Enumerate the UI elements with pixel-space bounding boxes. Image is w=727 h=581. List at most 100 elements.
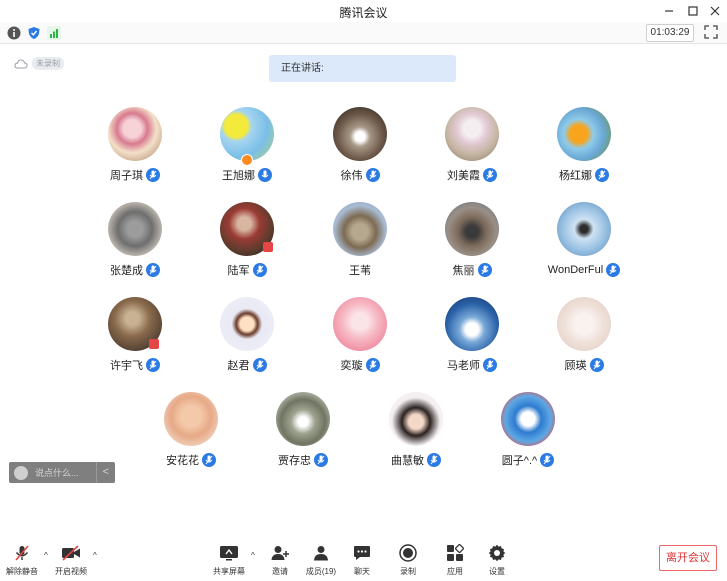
participant-name: 贾存忠 [278,455,311,467]
participant-name: 杨红娜 [559,170,592,182]
participant-name: 刘美霞 [447,170,480,182]
participant-tile[interactable]: 杨红娜 [524,107,644,187]
participant-tile[interactable]: 曲慧敏 [356,392,476,472]
avatar [445,107,499,161]
host-badge-icon [241,154,253,166]
participant-tile[interactable]: 刘美霞 [412,107,532,187]
participant-tile[interactable]: 安花花 [131,392,251,472]
video-button[interactable]: 开启视频 [51,543,91,579]
cloud-status: 未录制 [14,57,64,70]
info-icon[interactable] [6,25,22,41]
participant-name: 安花花 [166,455,199,467]
chevron-up-icon[interactable]: ^ [44,551,48,560]
apps-icon [435,543,475,563]
chevron-up-icon[interactable]: ^ [251,551,255,560]
chat-icon [342,543,382,563]
avatar [389,392,443,446]
participant-tile[interactable]: 许宇飞 [75,297,195,377]
mic-icon [589,358,604,372]
participant-name: 许宇飞 [110,360,143,372]
shield-icon[interactable] [26,25,42,41]
avatar [220,297,274,351]
participant-tile[interactable]: 圆子^.^ [468,392,588,472]
share-screen-button[interactable]: 共享屏幕 [209,543,249,579]
minimize-icon[interactable] [660,2,678,20]
participant-name: 陆军 [227,265,250,277]
record-label: 录制 [400,567,416,576]
bottom-toolbar: 解除静音 ^ 开启视频 ^ 共享屏幕 ^ 邀请 成员(19) 聊天 录制 应用 … [0,535,727,581]
camera-off-icon [51,543,91,563]
leave-meeting-button[interactable]: 离开会议 [659,545,717,571]
speaking-banner: 正在讲话: [269,55,456,82]
gear-icon [477,543,517,563]
unmute-button[interactable]: 解除静音 [2,543,42,579]
participant-tile[interactable]: 陆军 [187,202,307,282]
participant-name: WonDerFul [547,264,604,276]
mic-icon [365,358,380,372]
mic-icon [595,168,609,182]
participant-tile[interactable]: 王旭娜 [187,107,307,187]
mic-icon [202,453,216,467]
chevron-up-icon[interactable]: ^ [93,551,97,560]
mic-icon [427,453,441,467]
chat-input[interactable]: 说点什么... < [9,462,115,483]
participant-name: 圆子^.^ [501,455,538,467]
participant-tile[interactable]: 张楚成 [75,202,195,282]
participant-tile[interactable]: WonDerFul [524,202,644,282]
participant-name: 王旭娜 [222,170,255,182]
participant-name: 曲慧敏 [391,455,424,467]
mic-icon [540,453,555,467]
chat-button[interactable]: 聊天 [342,543,382,579]
participant-name: 周子琪 [110,170,143,182]
maximize-icon[interactable] [684,2,702,20]
chat-placeholder: 说点什么... [35,468,79,478]
red-tag-icon [149,339,159,349]
avatar [333,297,387,351]
members-label: 成员(19) [305,567,337,576]
cloud-label: 未录制 [32,57,64,70]
participant-tile[interactable]: 贾存忠 [243,392,363,472]
avatar [445,297,499,351]
avatar [108,107,162,161]
participant-tile[interactable]: 马老师 [412,297,532,377]
mic-icon [477,263,492,277]
avatar [333,107,387,161]
participant-name: 奕璇 [340,360,363,372]
invite-button[interactable]: 邀请 [260,543,300,579]
mic-icon [258,168,272,182]
record-button[interactable]: 录制 [388,543,428,579]
participant-tile[interactable]: 徐伟 [300,107,420,187]
meeting-timer: 01:03:29 [646,24,694,42]
participant-tile[interactable]: 奕璇 [300,297,420,377]
red-tag-icon [263,242,273,252]
participant-name: 马老师 [447,360,480,372]
info-bar: 01:03:29 [0,22,727,44]
apps-label: 应用 [447,567,463,576]
mic-icon [483,358,497,372]
unmute-label: 解除静音 [6,567,38,576]
members-button[interactable]: 成员(19) [301,543,341,579]
mic-icon [252,358,267,372]
avatar [220,107,274,161]
participant-name: 焦丽 [452,265,475,277]
chevron-left-icon[interactable]: < [95,462,115,483]
emoji-icon[interactable] [14,465,28,480]
mic-icon [146,263,160,277]
participant-tile[interactable]: 顾瑛 [524,297,644,377]
participant-tile[interactable]: 焦丽 [412,202,532,282]
invite-label: 邀请 [272,567,288,576]
participant-tile[interactable]: 王苇 [300,202,420,282]
fullscreen-icon[interactable] [704,25,720,41]
user-icon [301,543,341,563]
participant-name: 赵君 [227,360,250,372]
signal-icon[interactable] [46,25,62,41]
participant-tile[interactable]: 赵君 [187,297,307,377]
apps-button[interactable]: 应用 [435,543,475,579]
mic-icon [365,168,380,182]
avatar [445,202,499,256]
window-title: 腾讯会议 [339,6,388,20]
close-icon[interactable] [706,2,724,20]
participant-tile[interactable]: 周子琪 [75,107,195,187]
settings-button[interactable]: 设置 [477,543,517,579]
mic-icon [146,168,160,182]
